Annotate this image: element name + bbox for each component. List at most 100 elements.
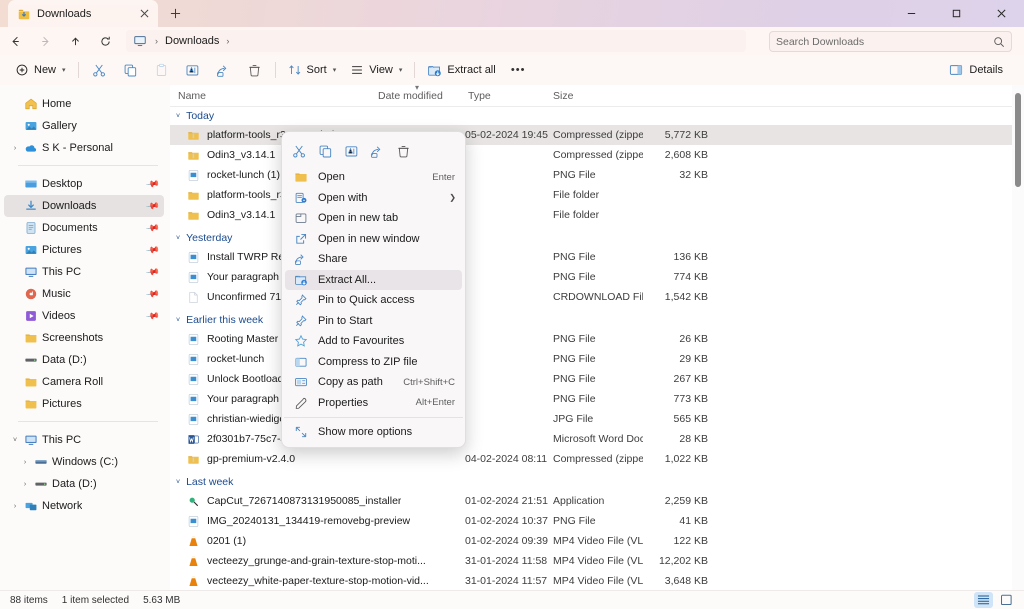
file-name-cell[interactable]: 0201 (1) [170,535,465,548]
sidebar-item-gallery[interactable]: Gallery [4,115,164,137]
scrollbar-thumb[interactable] [1015,93,1021,187]
pin-icon[interactable]: 📌 [145,242,160,257]
new-button[interactable]: New ▾ [8,58,73,82]
table-row[interactable]: IMG_20240131_134419-removebg-preview 01-… [170,511,1024,531]
chevron-down-icon[interactable]: ˅ [176,235,180,242]
large-icons-view-icon[interactable] [997,592,1016,608]
table-row[interactable]: vecteezy_white-paper-texture-stop-motion… [170,571,1024,590]
vertical-scrollbar[interactable] [1012,85,1024,590]
sidebar-item-documents[interactable]: Documents 📌 [4,217,164,239]
pin-icon[interactable]: 📌 [145,286,160,301]
chevron-down-icon[interactable]: ˅ [176,317,180,324]
sidebar-item-this-pc[interactable]: This PC 📌 [4,261,164,283]
pin-icon[interactable]: 📌 [145,308,160,323]
chevron-right-icon[interactable]: › [8,503,22,510]
table-row[interactable]: gp-premium-v2.4.0 04-02-2024 08:11 Compr… [170,449,1024,469]
share-button[interactable] [364,139,390,165]
sidebar-tree-data-d[interactable]: › Data (D:) [4,473,164,495]
chevron-down-icon[interactable]: ˅ [8,437,22,444]
extract-all-button[interactable]: Extract all [420,58,502,82]
context-menu-item-pin-to-quick-access[interactable]: Pin to Quick access [285,290,462,311]
details-pane-button[interactable]: Details [942,58,1010,82]
search-input[interactable] [776,35,993,48]
table-row[interactable]: vecteezy_grunge-and-grain-texture-stop-m… [170,551,1024,571]
sidebar-item-pictures[interactable]: Pictures 📌 [4,239,164,261]
chevron-down-icon[interactable]: ˅ [176,479,180,486]
copy-button[interactable] [115,58,146,82]
file-name-cell[interactable]: vecteezy_grunge-and-grain-texture-stop-m… [170,555,465,568]
group-header-today[interactable]: ˅ Today [170,107,1024,125]
sidebar-item-onedrive-personal[interactable]: › S K - Personal [4,137,164,159]
context-menu-item-add-to-favourites[interactable]: Add to Favourites [285,331,462,352]
maximize-icon[interactable] [934,0,979,27]
details-view-icon[interactable] [974,592,993,608]
sidebar-item-data-d[interactable]: Data (D:) [4,349,164,371]
sidebar-tree-windows-c[interactable]: › Windows (C:) [4,451,164,473]
sidebar-item-desktop[interactable]: Desktop 📌 [4,173,164,195]
close-icon[interactable] [136,6,152,22]
context-menu-item-properties[interactable]: Properties Alt+Enter [285,393,462,414]
sidebar-item-screenshots[interactable]: Screenshots [4,327,164,349]
sidebar-tree-this-pc[interactable]: ˅ This PC [4,429,164,451]
column-header-date-modified[interactable]: ▾ Date modified [370,83,460,102]
pin-icon[interactable]: 📌 [145,198,160,213]
delete-button[interactable] [390,139,416,165]
context-menu-item-extract-all[interactable]: Extract All... [285,269,462,290]
pin-icon[interactable]: 📌 [145,220,160,235]
context-menu-item-copy-as-path[interactable]: Copy as path Ctrl+Shift+C [285,372,462,393]
file-name-cell[interactable]: IMG_20240131_134419-removebg-preview [170,515,465,528]
breadcrumb-separator-trailing[interactable]: › [226,36,229,46]
context-menu-item-compress-to-zip[interactable]: Compress to ZIP file [285,352,462,373]
cut-button[interactable] [286,139,312,165]
rename-button[interactable] [338,139,364,165]
close-icon[interactable] [979,0,1024,27]
sidebar-item-downloads[interactable]: Downloads 📌 [4,195,164,217]
sidebar-item-pictures-2[interactable]: Pictures [4,393,164,415]
file-name-cell[interactable]: gp-premium-v2.4.0 [170,453,465,466]
rename-button[interactable] [177,58,208,82]
plus-icon[interactable] [162,1,188,25]
sidebar-item-home[interactable]: Home [4,93,164,115]
table-row[interactable]: 0201 (1) 01-02-2024 09:39 MP4 Video File… [170,531,1024,551]
context-menu-item-open[interactable]: Open Enter [285,167,462,188]
paste-button[interactable] [146,58,177,82]
context-menu-item-open-in-new-tab[interactable]: Open in new tab [285,208,462,229]
context-menu-item-pin-to-start[interactable]: Pin to Start [285,311,462,332]
chevron-right-icon[interactable]: › [18,481,32,488]
tab-downloads[interactable]: Downloads [8,0,158,27]
search-box[interactable] [769,31,1012,52]
context-menu-item-show-more-options[interactable]: Show more options [285,422,462,443]
more-options-button[interactable]: ••• [503,58,534,82]
context-menu-item-open-with[interactable]: Open with ❯ [285,188,462,209]
sort-button[interactable]: Sort ▾ [281,58,344,82]
table-row[interactable]: CapCut_7267140873131950085_installer 01-… [170,491,1024,511]
chevron-right-icon[interactable]: › [18,459,32,466]
context-menu-item-share[interactable]: Share [285,249,462,270]
arrow-left-icon[interactable] [0,28,30,54]
sidebar-item-videos[interactable]: Videos 📌 [4,305,164,327]
refresh-icon[interactable] [90,28,120,54]
chevron-down-icon[interactable]: ˅ [176,113,180,120]
file-name-cell[interactable]: vecteezy_white-paper-texture-stop-motion… [170,575,465,588]
minimize-icon[interactable] [889,0,934,27]
column-header-type[interactable]: Type [460,90,545,102]
breadcrumb-current[interactable]: Downloads [165,35,219,47]
pin-icon[interactable]: 📌 [145,264,160,279]
sidebar-item-music[interactable]: Music 📌 [4,283,164,305]
column-header-size[interactable]: Size [545,90,615,102]
pin-icon[interactable]: 📌 [145,176,160,191]
delete-button[interactable] [239,58,270,82]
sidebar-item-camera-roll[interactable]: Camera Roll [4,371,164,393]
breadcrumb[interactable]: › Downloads › [126,30,746,52]
group-header-last-week[interactable]: ˅ Last week [170,473,1024,491]
search-icon[interactable] [993,36,1005,48]
view-button[interactable]: View ▾ [343,58,409,82]
chevron-right-icon[interactable]: › [8,145,22,152]
copy-button[interactable] [312,139,338,165]
context-menu-item-open-in-new-window[interactable]: Open in new window [285,229,462,250]
cut-button[interactable] [84,58,115,82]
column-header-name[interactable]: Name [170,90,370,102]
file-name-cell[interactable]: CapCut_7267140873131950085_installer [170,495,465,508]
arrow-up-icon[interactable] [60,28,90,54]
share-button[interactable] [208,58,239,82]
